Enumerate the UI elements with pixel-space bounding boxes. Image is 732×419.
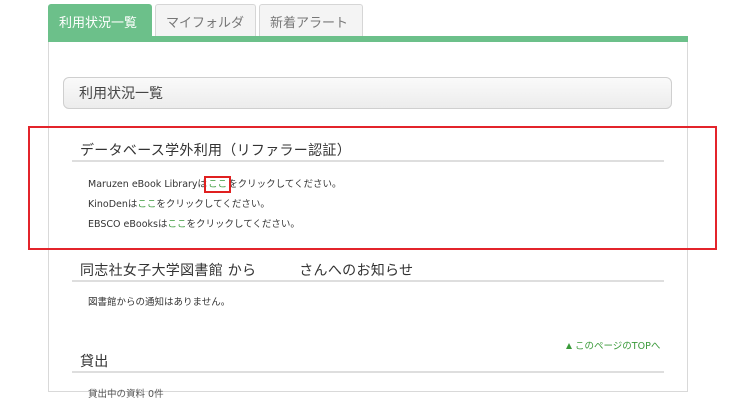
kinoden-here-link[interactable]: ここ: [137, 199, 156, 210]
divider: [72, 280, 664, 282]
tab-bar: 利用状況一覧 マイフォルダ 新着アラート: [48, 4, 363, 37]
tab-label: 新着アラート: [270, 15, 349, 31]
notice-body: 図書館からの通知はありません。: [88, 297, 231, 308]
triangle-up-icon: [566, 343, 572, 349]
loans-title: 貸出: [80, 354, 109, 370]
divider: [72, 160, 664, 162]
tab-new-alerts[interactable]: 新着アラート: [259, 4, 363, 37]
list-item-ebsco: EBSCO eBooksはここをクリックしてください。: [88, 216, 300, 230]
tab-label: 利用状況一覧: [59, 15, 138, 31]
database-name: KinoDen: [88, 199, 128, 210]
tab-my-folder[interactable]: マイフォルダ: [155, 4, 256, 37]
list-item-kinoden: KinoDenはここをクリックしてください。: [88, 196, 270, 210]
instruction-text: をクリックしてください。: [156, 199, 270, 210]
instruction-text: をクリックしてください。: [186, 219, 300, 230]
ebsco-here-link[interactable]: ここ: [167, 219, 186, 230]
particle-text: は: [127, 199, 138, 210]
maruzen-here-link[interactable]: ここ: [204, 176, 232, 193]
section-header-title: 利用状況一覧: [79, 86, 163, 102]
page-top-label: このページのTOPへ: [575, 341, 661, 352]
section-header: 利用状況一覧: [63, 77, 672, 109]
divider: [72, 371, 664, 373]
particle-text: は: [197, 179, 208, 190]
database-access-title: データベース学外利用（リファラー認証）: [80, 143, 351, 159]
loans-partial-text: 貸出中の資料 0件: [88, 389, 164, 400]
list-item-maruzen: Maruzen eBook Libraryはここをクリックしてください。: [88, 176, 342, 193]
database-name: EBSCO eBooks: [88, 219, 158, 230]
tab-label: マイフォルダ: [166, 15, 245, 31]
page-top-link[interactable]: このページのTOPへ: [566, 338, 660, 352]
database-name: Maruzen eBook Library: [88, 179, 198, 190]
instruction-text: をクリックしてください。: [228, 179, 342, 190]
tab-usage-status[interactable]: 利用状況一覧: [48, 4, 152, 37]
notice-title: 同志社女子大学図書館 から さんへのお知らせ: [80, 263, 414, 279]
